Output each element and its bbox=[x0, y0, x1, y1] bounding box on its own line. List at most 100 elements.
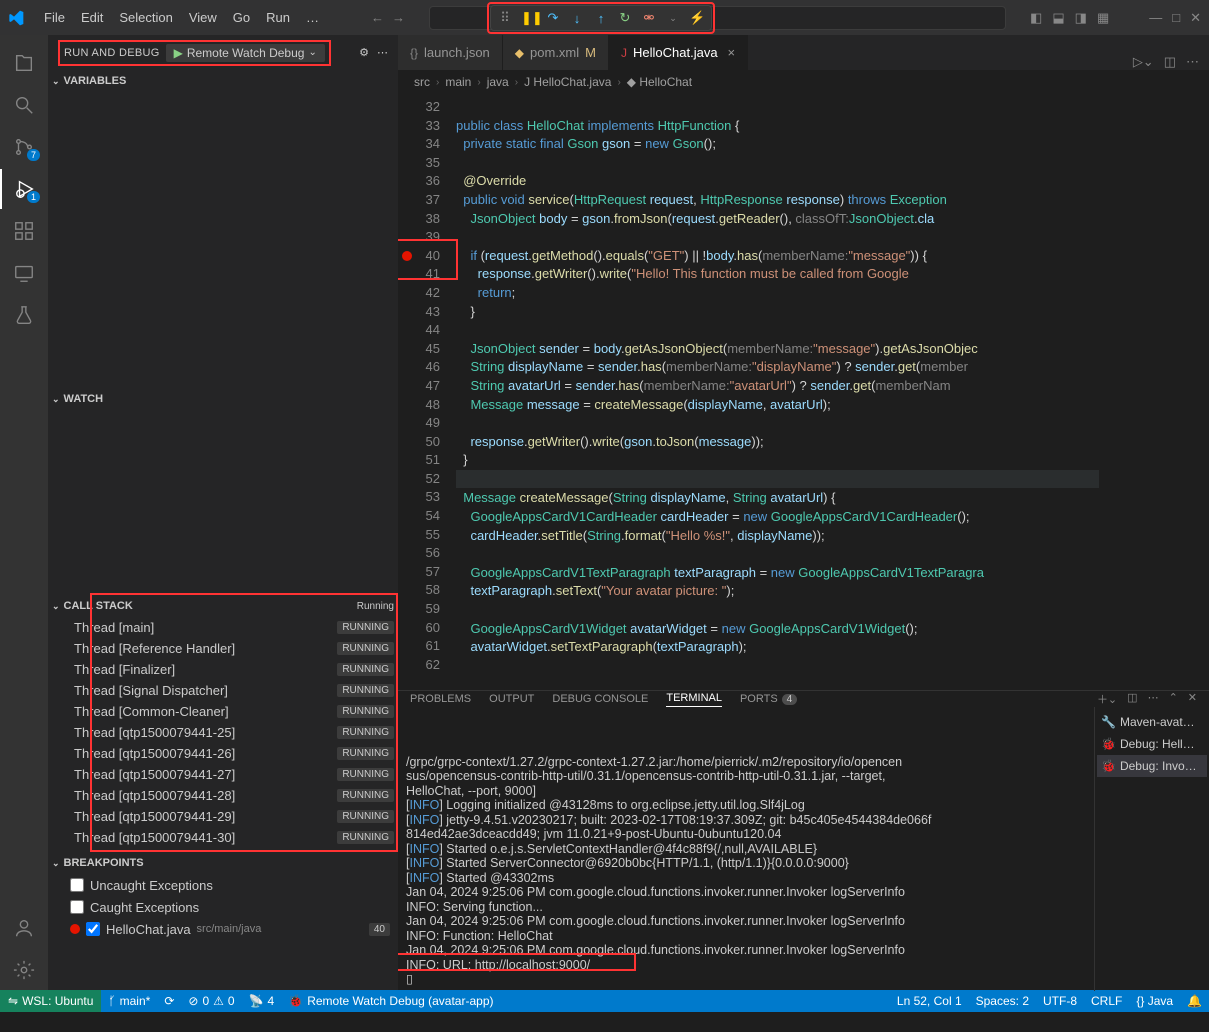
panel-tabs: PROBLEMS OUTPUT DEBUG CONSOLE TERMINAL PORTS… bbox=[398, 691, 1209, 707]
maximize-panel-icon[interactable]: ⌃ bbox=[1169, 691, 1178, 707]
close-icon[interactable]: × bbox=[728, 45, 736, 60]
maximize-icon[interactable]: □ bbox=[1172, 10, 1180, 26]
breakpoint-row[interactable]: Uncaught Exceptions bbox=[48, 874, 398, 896]
activity-extensions[interactable] bbox=[0, 211, 48, 251]
status-cursor[interactable]: Ln 52, Col 1 bbox=[890, 990, 969, 1012]
tab-pom.xml[interactable]: ◆ pom.xml M bbox=[503, 35, 609, 70]
close-panel-icon[interactable]: ✕ bbox=[1188, 691, 1197, 707]
more-icon[interactable]: ⋯ bbox=[377, 46, 388, 59]
terminal-item[interactable]: 🐞Debug: Invo… bbox=[1097, 755, 1207, 777]
menu-view[interactable]: View bbox=[181, 6, 225, 29]
watch-header[interactable]: ⌄WATCH bbox=[48, 388, 398, 410]
menu-…[interactable]: … bbox=[298, 6, 327, 29]
activity-testing[interactable] bbox=[0, 295, 48, 335]
layout-right-icon[interactable]: ◨ bbox=[1075, 10, 1087, 26]
layout-left-icon[interactable]: ◧ bbox=[1030, 10, 1042, 26]
menu-file[interactable]: File bbox=[36, 6, 73, 29]
variables-header[interactable]: ⌄VARIABLES bbox=[48, 70, 398, 92]
status-bar: ⇋ WSL: Ubuntu ᚶ main* ⟳ ⊘ 0 ⚠ 0 📡 4 🐞 Re… bbox=[0, 990, 1209, 1012]
code-area[interactable]: public class HelloChat implements HttpFu… bbox=[456, 94, 1099, 690]
panel-tab-terminal[interactable]: TERMINAL bbox=[666, 692, 722, 707]
activity-remote[interactable] bbox=[0, 253, 48, 293]
terminal-item[interactable]: 🐞Debug: Hell… bbox=[1097, 733, 1207, 755]
gutter[interactable]: 3233343536373839404142434445464748495051… bbox=[398, 94, 456, 690]
status-eol[interactable]: CRLF bbox=[1084, 990, 1129, 1012]
activity-search[interactable] bbox=[0, 85, 48, 125]
status-debug[interactable]: 🐞 Remote Watch Debug (avatar-app) bbox=[281, 990, 500, 1012]
minimize-icon[interactable]: — bbox=[1149, 10, 1162, 26]
activity-settings[interactable] bbox=[0, 950, 48, 990]
breadcrumb-sep: › bbox=[436, 77, 439, 88]
run-icon[interactable]: ▷⌄ bbox=[1133, 54, 1154, 70]
menu-run[interactable]: Run bbox=[258, 6, 298, 29]
close-window-icon[interactable]: ✕ bbox=[1190, 10, 1201, 26]
status-lang[interactable]: {} Java bbox=[1129, 990, 1180, 1012]
status-problems[interactable]: ⊘ 0 ⚠ 0 bbox=[181, 990, 241, 1012]
menu-go[interactable]: Go bbox=[225, 6, 258, 29]
status-encoding[interactable]: UTF-8 bbox=[1036, 990, 1084, 1012]
terminal-item-label: Debug: Invo… bbox=[1120, 759, 1197, 773]
layout-bottom-icon[interactable]: ⬓ bbox=[1052, 10, 1064, 26]
activity-debug[interactable]: 1 bbox=[0, 169, 48, 209]
terminal-item[interactable]: 🔧Maven-avat… bbox=[1097, 711, 1207, 733]
tab-bar: {}launch.json ◆ pom.xml M JHelloChat.java× ▷… bbox=[398, 35, 1209, 70]
editor-body[interactable]: 3233343536373839404142434445464748495051… bbox=[398, 94, 1209, 690]
breakpoint-label: Uncaught Exceptions bbox=[90, 878, 213, 893]
minimap[interactable] bbox=[1099, 94, 1209, 690]
breadcrumb-item[interactable]: J HelloChat.java bbox=[524, 75, 611, 89]
modified-indicator: M bbox=[585, 45, 596, 60]
breadcrumb-item[interactable]: java bbox=[487, 75, 509, 89]
status-spaces[interactable]: Spaces: 2 bbox=[969, 990, 1036, 1012]
breadcrumb-item[interactable]: main bbox=[445, 75, 471, 89]
debug-toolbar[interactable]: ⠿ ❚❚ ↷ ↓ ↑ ↻ ⚮ ⌄ ⚡ bbox=[490, 5, 712, 31]
breakpoint-checkbox[interactable] bbox=[86, 922, 100, 936]
scm-badge: 7 bbox=[27, 149, 40, 161]
breadcrumb[interactable]: src›main›java›J HelloChat.java›◆ HelloCh… bbox=[398, 70, 1209, 94]
breakpoints-header[interactable]: ⌄BREAKPOINTS bbox=[48, 852, 398, 874]
debug-badge: 1 bbox=[27, 191, 40, 203]
menu-selection[interactable]: Selection bbox=[111, 6, 180, 29]
breadcrumb-item[interactable]: ◆ HelloChat bbox=[627, 75, 692, 89]
status-ports[interactable]: 📡 4 bbox=[242, 990, 282, 1012]
breakpoint-row[interactable]: HelloChat.javasrc/main/java40 bbox=[48, 918, 398, 940]
status-remote[interactable]: ⇋ WSL: Ubuntu bbox=[0, 990, 101, 1012]
breadcrumb-item[interactable]: src bbox=[414, 75, 430, 89]
status-sync[interactable]: ⟳ bbox=[157, 990, 181, 1012]
menu-edit[interactable]: Edit bbox=[73, 6, 111, 29]
vscode-logo-icon bbox=[8, 10, 24, 26]
split-icon[interactable]: ◫ bbox=[1164, 54, 1176, 70]
gear-icon[interactable]: ⚙ bbox=[359, 46, 369, 59]
more-icon[interactable]: ⋯ bbox=[1148, 691, 1159, 707]
chevron-down-icon[interactable]: ⌄ bbox=[308, 47, 316, 58]
panel-tab-output[interactable]: OUTPUT bbox=[489, 693, 534, 705]
highlight-box bbox=[90, 593, 398, 852]
tab-HelloChat.java[interactable]: JHelloChat.java× bbox=[609, 35, 748, 70]
highlight-box bbox=[487, 2, 715, 34]
panel-tab-ports[interactable]: PORTS4 bbox=[740, 693, 797, 705]
highlight-box bbox=[398, 239, 458, 280]
tab-label: pom.xml bbox=[530, 45, 579, 60]
nav-back-icon[interactable]: ← bbox=[371, 10, 384, 25]
more-icon[interactable]: ⋯ bbox=[1186, 54, 1199, 70]
status-bell[interactable]: 🔔 bbox=[1180, 990, 1209, 1012]
layout-grid-icon[interactable]: ▦ bbox=[1097, 10, 1109, 26]
start-debug-icon[interactable]: ▶ bbox=[174, 46, 183, 60]
tab-launch.json[interactable]: {}launch.json bbox=[398, 35, 503, 70]
terminal-output[interactable]: /grpc/grpc-context/1.27.2/grpc-context-1… bbox=[398, 707, 1094, 991]
activity-explorer[interactable] bbox=[0, 43, 48, 83]
add-terminal-icon[interactable]: ＋⌄ bbox=[1097, 691, 1117, 707]
activity-scm[interactable]: 7 bbox=[0, 127, 48, 167]
breakpoint-row[interactable]: Caught Exceptions bbox=[48, 896, 398, 918]
breakpoint-checkbox[interactable] bbox=[70, 900, 84, 914]
debug-config-dropdown[interactable]: ▶ Remote Watch Debug ⌄ bbox=[166, 44, 325, 62]
status-branch[interactable]: ᚶ main* bbox=[101, 990, 157, 1012]
panel-tab-debug-console[interactable]: DEBUG CONSOLE bbox=[552, 693, 648, 705]
file-icon: ◆ bbox=[515, 46, 524, 60]
split-terminal-icon[interactable]: ◫ bbox=[1127, 691, 1137, 707]
panel-tab-problems[interactable]: PROBLEMS bbox=[410, 693, 471, 705]
activity-accounts[interactable] bbox=[0, 908, 48, 948]
breakpoint-checkbox[interactable] bbox=[70, 878, 84, 892]
nav-forward-icon[interactable]: → bbox=[392, 10, 405, 25]
bug-icon: 🐞 bbox=[1101, 737, 1116, 751]
editor-column: {}launch.json ◆ pom.xml M JHelloChat.java× ▷… bbox=[398, 35, 1209, 990]
